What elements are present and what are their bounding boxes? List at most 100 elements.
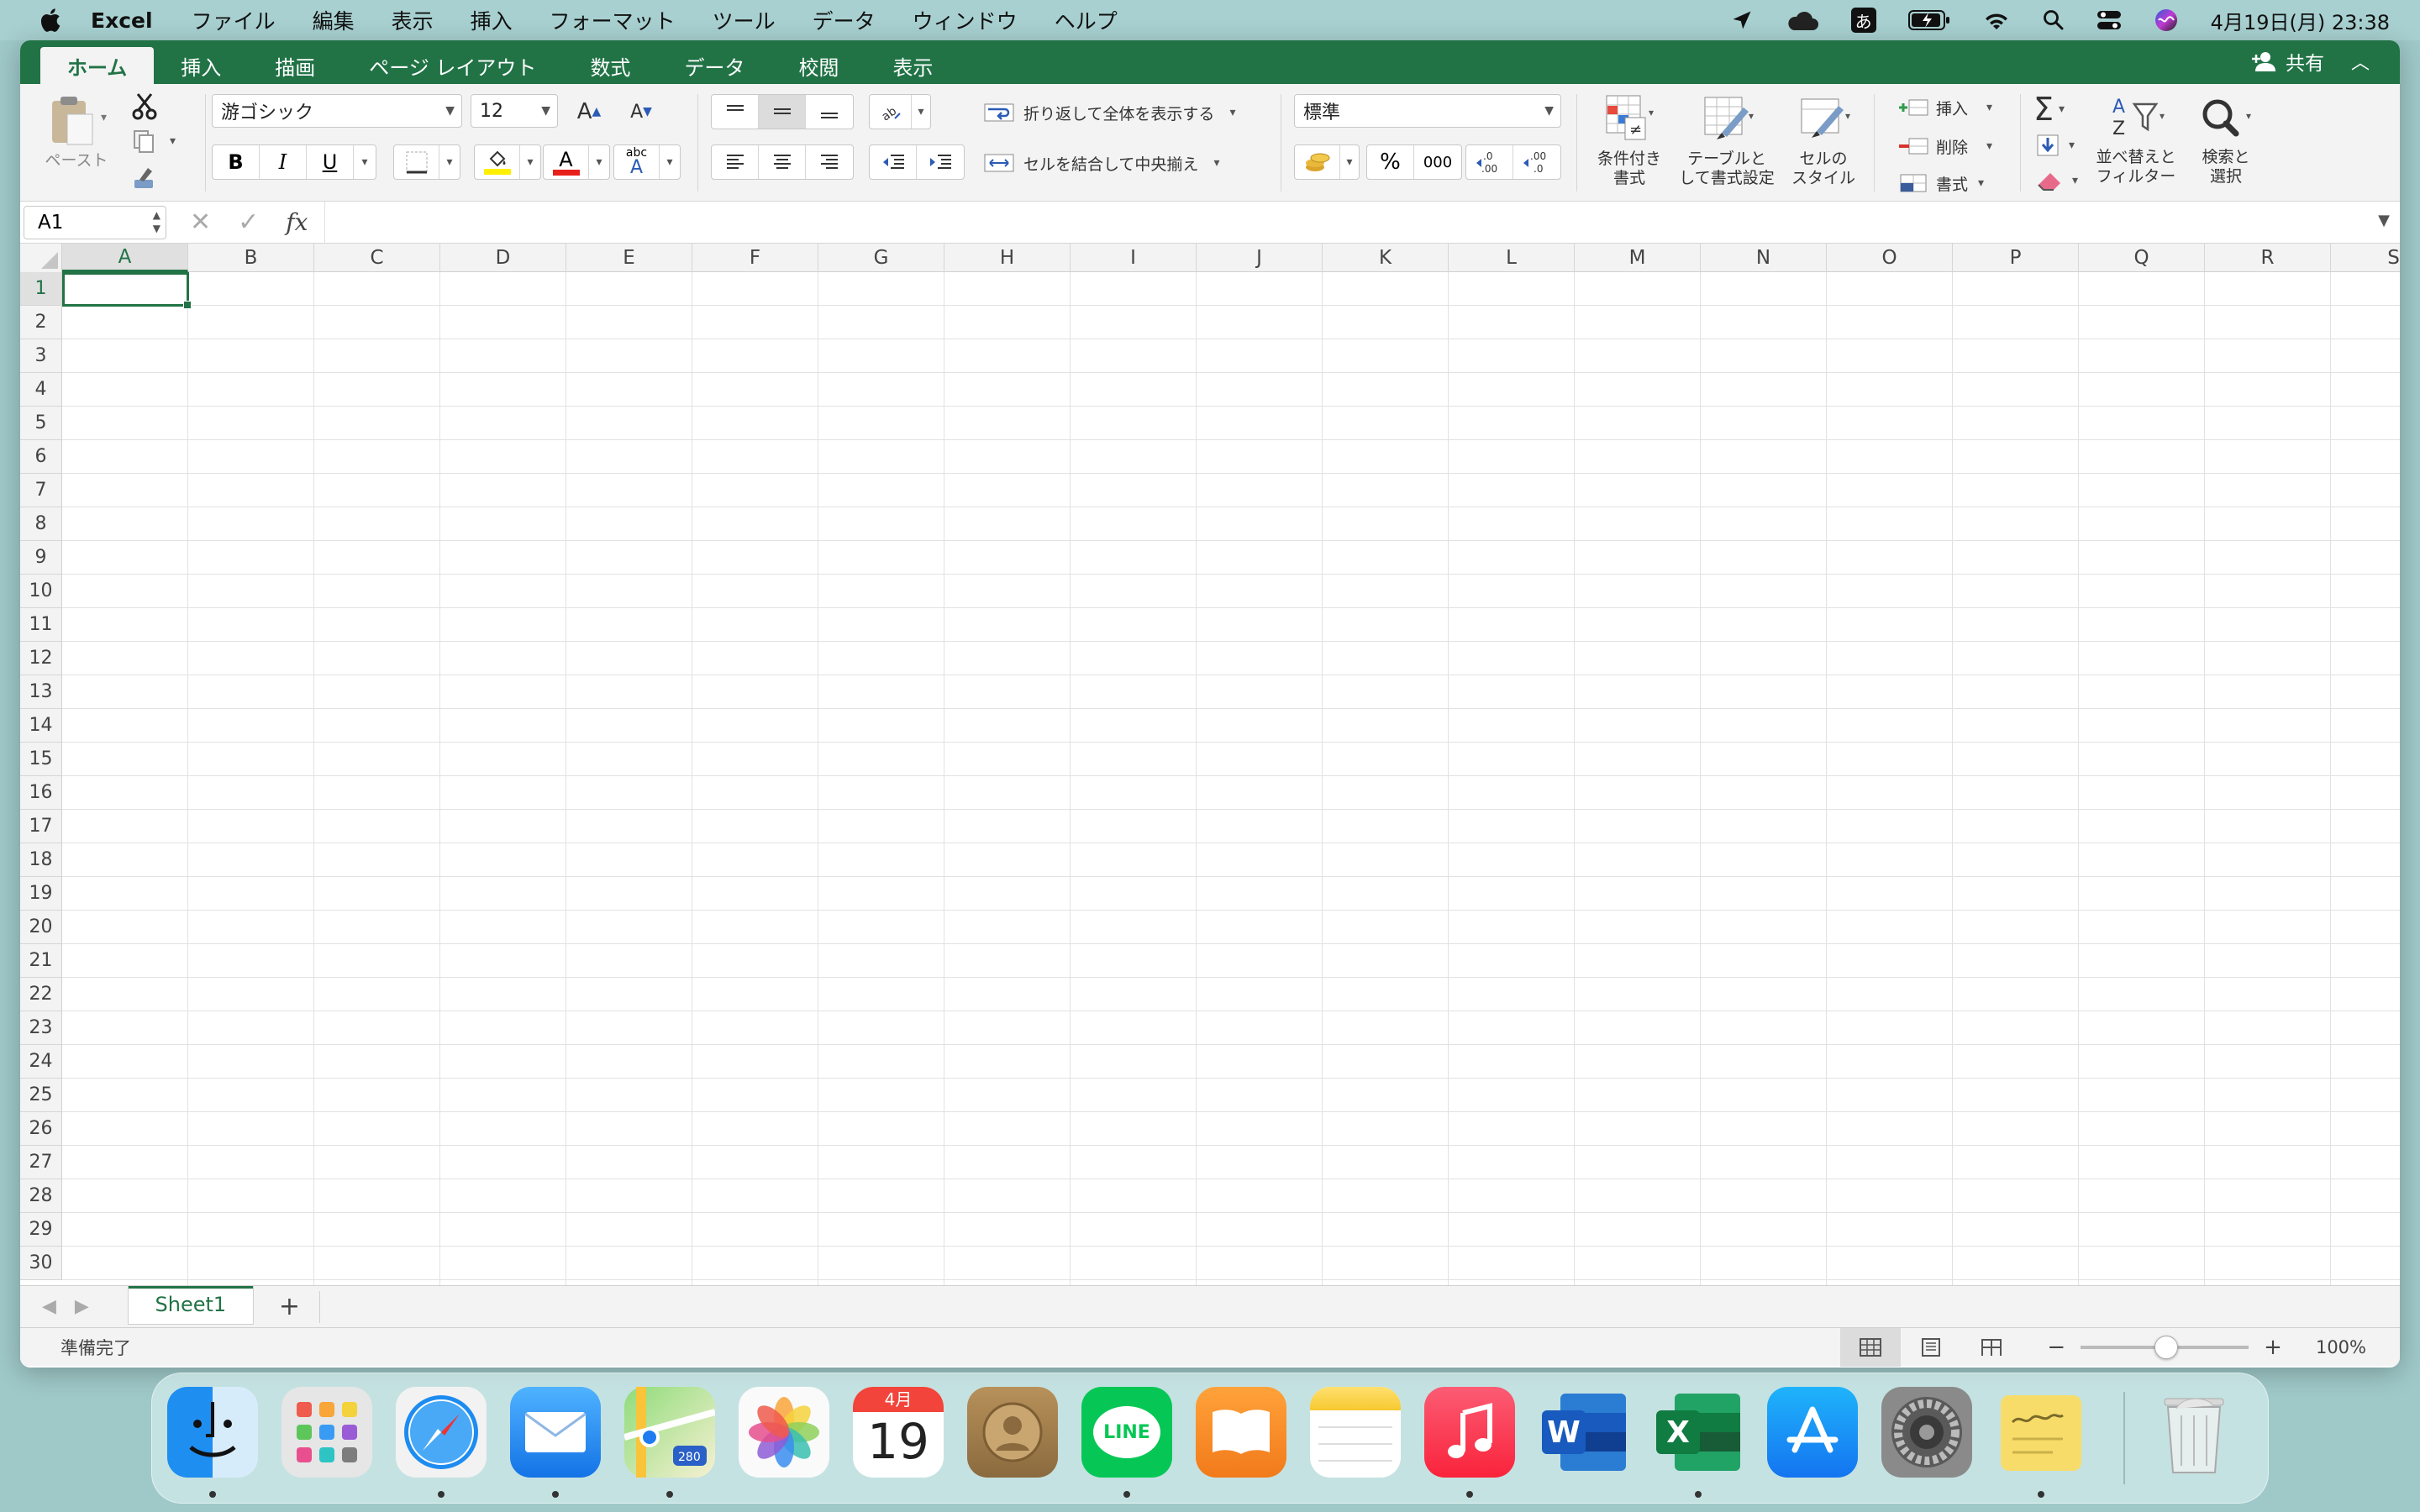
expand-formula-bar-icon[interactable]: ▼ xyxy=(2378,212,2390,229)
tab-review[interactable]: 校閲 xyxy=(771,47,865,84)
name-box[interactable]: A1 ▲ ▼ xyxy=(24,205,166,239)
row-header[interactable]: 23 xyxy=(20,1011,62,1045)
borders-dropdown-icon[interactable]: ▾ xyxy=(439,145,460,179)
formula-input[interactable] xyxy=(324,201,2400,244)
column-header[interactable]: B xyxy=(188,244,314,272)
column-header[interactable]: Q xyxy=(2079,244,2205,272)
menu-window[interactable]: ウィンドウ xyxy=(913,5,1018,35)
cancel-icon[interactable]: ✕ xyxy=(190,207,211,237)
column-header[interactable]: O xyxy=(1827,244,1953,272)
row-header[interactable]: 24 xyxy=(20,1045,62,1079)
row-header[interactable]: 19 xyxy=(20,877,62,911)
format-painter-icon[interactable] xyxy=(131,165,158,192)
font-color-dropdown-icon[interactable]: ▾ xyxy=(589,145,609,179)
location-arrow-icon[interactable] xyxy=(1730,8,1754,32)
maps-icon[interactable]: 280 xyxy=(624,1387,715,1478)
copy-dropdown-icon[interactable]: ▾ xyxy=(170,134,176,148)
row-header[interactable]: 7 xyxy=(20,474,62,507)
format-as-table-button[interactable]: ▾ テーブルと して書式設定 xyxy=(1672,92,1781,188)
insert-function-icon[interactable]: fx xyxy=(286,208,308,236)
trash-icon[interactable] xyxy=(2149,1387,2239,1478)
conditional-formatting-button[interactable]: ≠ ▾ 条件付き 書式 xyxy=(1583,92,1676,188)
siri-icon[interactable] xyxy=(2154,8,2179,33)
row-header[interactable]: 8 xyxy=(20,507,62,541)
comma-style-button[interactable]: 000 xyxy=(1414,145,1461,179)
mail-icon[interactable] xyxy=(510,1387,601,1478)
menu-help[interactable]: ヘルプ xyxy=(1055,5,1118,35)
decrease-decimal-button[interactable]: .00.0 xyxy=(1513,145,1560,179)
row-header[interactable]: 3 xyxy=(20,339,62,373)
menu-insert[interactable]: 挿入 xyxy=(471,5,513,35)
column-header[interactable]: F xyxy=(692,244,818,272)
sort-filter-button[interactable]: A Z ▾ 並べ替えと フィルター xyxy=(2086,92,2186,186)
phonetic-dropdown-icon[interactable]: ▾ xyxy=(660,145,680,179)
increase-font-size-button[interactable]: A ▲ xyxy=(568,96,610,128)
tab-draw[interactable]: 描画 xyxy=(248,47,342,84)
clear-button[interactable]: ▾ xyxy=(2035,168,2078,193)
insert-cells-button[interactable]: 挿入 ▾ xyxy=(1897,92,1992,123)
fill-dropdown-icon[interactable]: ▾ xyxy=(2069,139,2075,152)
font-name-dropdown[interactable]: 游ゴシック ▼ xyxy=(212,94,462,128)
cloud-icon[interactable] xyxy=(1786,8,1819,32)
select-all-button[interactable] xyxy=(20,244,62,272)
row-header[interactable]: 25 xyxy=(20,1079,62,1112)
number-format-dropdown[interactable]: 標準 ▼ xyxy=(1294,94,1561,128)
menu-edit[interactable]: 編集 xyxy=(313,5,355,35)
row-header[interactable]: 9 xyxy=(20,541,62,575)
column-header[interactable]: M xyxy=(1575,244,1701,272)
orientation-dropdown-icon[interactable]: ▾ xyxy=(912,95,930,129)
line-icon[interactable]: LINE xyxy=(1081,1387,1172,1478)
percent-button[interactable]: % xyxy=(1367,145,1414,179)
align-left-button[interactable] xyxy=(712,145,759,179)
row-header[interactable]: 14 xyxy=(20,709,62,743)
row-header[interactable]: 21 xyxy=(20,944,62,978)
tab-view[interactable]: 表示 xyxy=(865,47,960,84)
stickies-icon[interactable] xyxy=(1996,1387,2086,1478)
currency-dropdown-icon[interactable]: ▾ xyxy=(1340,145,1359,179)
finder-icon[interactable] xyxy=(167,1387,258,1478)
row-header[interactable]: 13 xyxy=(20,675,62,709)
increase-indent-button[interactable] xyxy=(917,145,964,179)
tab-page-layout[interactable]: ページ レイアウト xyxy=(342,47,563,84)
app-store-icon[interactable] xyxy=(1767,1387,1858,1478)
column-header[interactable]: C xyxy=(314,244,440,272)
column-header[interactable]: D xyxy=(440,244,566,272)
format-cells-dropdown-icon[interactable]: ▾ xyxy=(1978,176,1984,190)
font-size-dropdown[interactable]: 12 ▼ xyxy=(471,94,558,128)
column-header[interactable]: A xyxy=(62,244,188,272)
row-header[interactable]: 2 xyxy=(20,306,62,339)
column-header[interactable]: G xyxy=(818,244,944,272)
safari-icon[interactable] xyxy=(396,1387,487,1478)
system-preferences-icon[interactable] xyxy=(1881,1387,1972,1478)
word-icon[interactable]: W xyxy=(1539,1387,1629,1478)
row-header[interactable]: 16 xyxy=(20,776,62,810)
row-header[interactable]: 1 xyxy=(20,272,62,306)
confirm-icon[interactable]: ✓ xyxy=(238,207,259,237)
row-header[interactable]: 18 xyxy=(20,843,62,877)
menu-data[interactable]: データ xyxy=(813,5,876,35)
zoom-slider-handle[interactable] xyxy=(2154,1336,2179,1359)
borders-button[interactable]: ▾ xyxy=(393,144,460,180)
zoom-level[interactable]: 100% xyxy=(2316,1337,2366,1357)
merge-center-dropdown-icon[interactable]: ▾ xyxy=(1213,156,1219,170)
input-method-icon[interactable]: あ xyxy=(1850,8,1876,33)
decrease-indent-button[interactable] xyxy=(870,145,917,179)
italic-button[interactable]: I xyxy=(260,145,307,179)
row-header[interactable]: 27 xyxy=(20,1146,62,1179)
collapse-ribbon-icon[interactable]: ︿ xyxy=(2351,48,2370,75)
launchpad-icon[interactable] xyxy=(281,1387,372,1478)
row-header[interactable]: 10 xyxy=(20,575,62,608)
menu-format[interactable]: フォーマット xyxy=(550,5,676,35)
tab-home[interactable]: ホーム xyxy=(40,47,155,84)
merge-center-button[interactable]: セルを結合して中央揃え ▾ xyxy=(983,146,1219,180)
page-layout-view-button[interactable] xyxy=(1901,1328,1961,1367)
format-cells-button[interactable]: 書式 ▾ xyxy=(1897,168,1984,198)
row-header[interactable]: 20 xyxy=(20,911,62,944)
column-header[interactable]: H xyxy=(944,244,1071,272)
fill-button[interactable]: ▾ xyxy=(2035,133,2075,158)
cell-area[interactable] xyxy=(62,272,2400,1285)
sheet-tab[interactable]: Sheet1 xyxy=(127,1285,254,1325)
page-break-view-button[interactable] xyxy=(1961,1328,2022,1367)
autosum-dropdown-icon[interactable]: ▾ xyxy=(2059,102,2065,116)
autosum-button[interactable]: Σ ▾ xyxy=(2033,91,2065,128)
